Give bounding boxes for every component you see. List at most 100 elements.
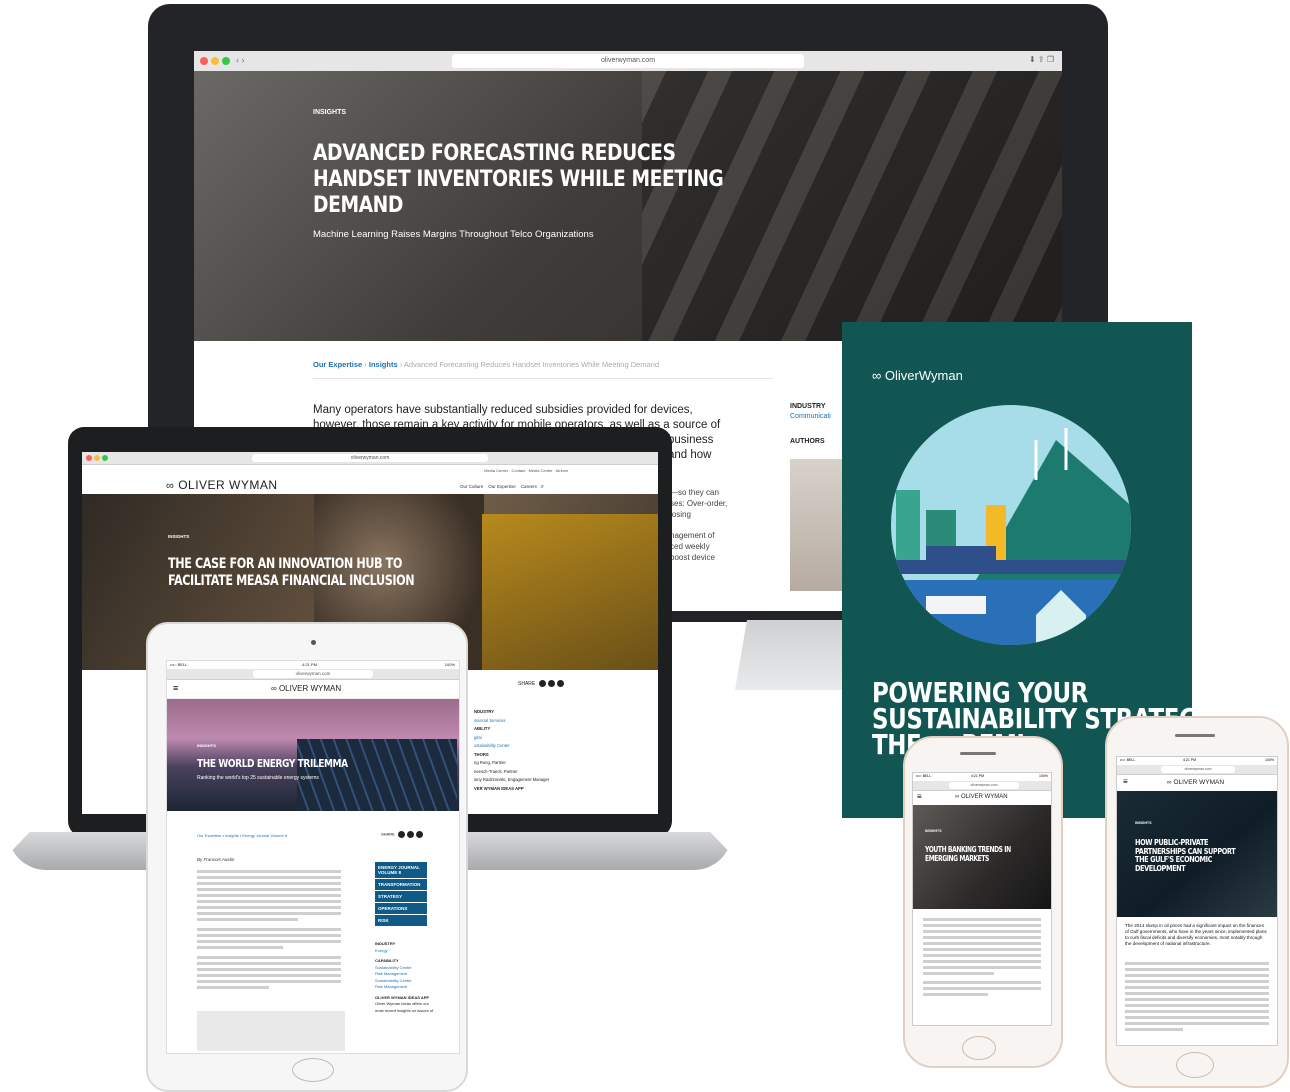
meta-link[interactable]: gital (474, 734, 549, 743)
authors-label: AUTHORS (790, 438, 825, 445)
laptop-browser-toolbar: oliverwyman.com (82, 452, 658, 465)
share-tabs-icon[interactable]: ⬇ ⇪ ❐ (1029, 55, 1054, 64)
ipad-home-button[interactable] (292, 1058, 334, 1082)
ipad-sidebar-menu: ENERGY JOURNAL VOLUME 8 TRANSFORMATION S… (375, 861, 427, 927)
linkedin-icon[interactable] (415, 831, 423, 838)
author-name[interactable]: iony Radzinovski, Engagement Manager (474, 776, 549, 785)
author-name[interactable]: neesch-Traeck, Partner (474, 768, 549, 777)
hamburger-menu-icon[interactable]: ≡ (173, 683, 178, 693)
desktop-hero: INSIGHTS ADVANCED FORECASTING REDUCES HA… (194, 71, 1062, 341)
search-icon[interactable]: ⌕ (541, 484, 544, 490)
phone-title: HOW PUBLIC-PRIVATE PARTNERSHIPS CAN SUPP… (1135, 838, 1236, 873)
phone-hero: INSIGHTS YOUTH BANKING TRENDS IN EMERGIN… (913, 805, 1051, 909)
minimize-window-icon[interactable] (211, 57, 219, 65)
phone-home-button[interactable] (1176, 1052, 1214, 1078)
phone-eyebrow: INSIGHTS (925, 829, 942, 833)
facebook-icon[interactable] (538, 680, 546, 687)
twitter-icon[interactable] (406, 831, 414, 838)
phone-address-bar[interactable]: oliverwyman.com (949, 782, 1019, 789)
ipad-subtitle: Ranking the world's top 25 sustainable e… (197, 775, 319, 781)
sidebar-item-strategy[interactable]: STRATEGY (375, 891, 427, 902)
sidebar-item-transformation[interactable]: TRANSFORMATION (375, 879, 427, 890)
author-photo (790, 459, 842, 591)
industry-link[interactable]: Communicati (790, 413, 831, 420)
ipad-share: SHARE (381, 831, 423, 838)
ipad-title: THE WORLD ENERGY TRILEMMA (197, 757, 348, 770)
ipad-logo[interactable]: ∞ OLIVER WYMAN (271, 684, 341, 693)
phone-left-screen: •••○ BELL 4:21 PM 100% oliverwyman.com ≡… (912, 772, 1052, 1026)
facebook-icon[interactable] (397, 831, 405, 838)
maximize-window-icon[interactable] (102, 455, 108, 461)
util-link[interactable]: Media Center (484, 468, 508, 473)
meta-label: VER WYMAN IDEAS APP (474, 785, 524, 791)
util-link[interactable]: Contact (511, 468, 525, 473)
breadcrumb-current: Advanced Forecasting Reduces Handset Inv… (403, 360, 660, 369)
phone-article-body (923, 915, 1041, 999)
laptop-logo[interactable]: ∞ OLIVER WYMAN (166, 478, 278, 492)
meta-label: THORS (474, 751, 489, 757)
phone-address-bar[interactable]: oliverwyman.com (1161, 766, 1235, 773)
minimize-window-icon[interactable] (94, 455, 100, 461)
sidebar-item-risk[interactable]: RISK (375, 915, 427, 926)
phone-right-screen: •••○ BELL 4:21 PM 100% oliverwyman.com ≡… (1116, 756, 1278, 1046)
twitter-icon[interactable] (547, 680, 555, 687)
laptop-share: SHARE (518, 680, 564, 687)
desktop-article-body-cont: business and how (668, 434, 714, 461)
phone-header: ≡ ∞ OLIVER WYMAN (913, 791, 1051, 805)
meta-link[interactable]: Risk Management (375, 984, 435, 991)
share-label: SHARE (518, 680, 536, 687)
laptop-main-nav: Our Culture Our Expertise Careers ⌕ (460, 484, 544, 491)
laptop-side-meta: NDUSTRY inancial Services ABILITY gital … (474, 708, 549, 793)
desktop-eyebrow: INSIGHTS (313, 109, 347, 116)
ipad-status-bar: •••○ BELL 4:21 PM 100% (170, 662, 455, 667)
close-window-icon[interactable] (200, 57, 208, 65)
phone-logo[interactable]: ∞ OLIVER WYMAN (1167, 779, 1224, 786)
meta-link[interactable]: Energy (375, 948, 435, 955)
phone-status-bar: •••○ BELL 4:21 PM 100% (916, 774, 1048, 778)
industry-label: INDUSTRY (790, 403, 826, 410)
laptop-logo-text: OLIVER WYMAN (178, 478, 278, 492)
breadcrumb-link[interactable]: Insights (225, 833, 239, 838)
divider (313, 378, 773, 379)
ipad-address-bar[interactable]: oliverwyman.com (253, 670, 373, 678)
nav-careers[interactable]: Careers (521, 484, 537, 489)
sidebar-item-operations[interactable]: OPERATIONS (375, 903, 427, 914)
laptop-title: THE CASE FOR AN INNOVATION HUB TO FACILI… (168, 556, 415, 589)
close-window-icon[interactable] (86, 455, 92, 461)
ipad-eyebrow: INSIGHTS (197, 743, 216, 748)
meta-link[interactable]: inancial Services (474, 717, 549, 726)
breadcrumb-link-insights[interactable]: Insights (369, 360, 398, 369)
desktop-sidebar: INDUSTRY Communicati AUTHORS (790, 403, 831, 445)
maximize-window-icon[interactable] (222, 57, 230, 65)
desktop-address-bar[interactable]: oliverwyman.com (452, 54, 804, 68)
meta-label: NDUSTRY (474, 709, 495, 714)
phone-logo[interactable]: ∞ OLIVER WYMAN (955, 794, 1008, 800)
desktop-article-body-small: —so they can ses: Over-order, losing nag… (670, 488, 728, 562)
linkedin-icon[interactable] (556, 680, 564, 687)
ipad-screen: •••○ BELL 4:21 PM 100% oliverwyman.com ≡… (166, 660, 460, 1054)
ipad-article-body (197, 867, 341, 992)
util-link[interactable]: Alumni (556, 468, 568, 473)
laptop-address-bar[interactable]: oliverwyman.com (252, 454, 488, 462)
nav-our-expertise[interactable]: Our Expertise (488, 484, 516, 489)
meta-link[interactable]: ustainability Center (474, 742, 549, 751)
nav-our-culture[interactable]: Our Culture (460, 484, 483, 489)
byline: By Francois Austin (197, 857, 235, 862)
breadcrumb-link[interactable]: Energy Journal Volume 8 (242, 833, 287, 838)
breadcrumb-link[interactable]: Our Expertise (197, 833, 221, 838)
phone-status-bar: •••○ BELL 4:21 PM 100% (1120, 758, 1274, 762)
desktop-subtitle: Machine Learning Raises Margins Througho… (313, 229, 594, 240)
back-forward-icon[interactable]: ‹ › (236, 55, 245, 65)
phone-speaker (960, 752, 996, 755)
phone-eyebrow: INSIGHTS (1135, 821, 1152, 825)
ipad-embedded-image (197, 1011, 345, 1051)
breadcrumb-link-expertise[interactable]: Our Expertise (313, 360, 362, 369)
hamburger-menu-icon[interactable]: ≡ (1123, 777, 1128, 786)
hamburger-menu-icon[interactable]: ≡ (917, 792, 922, 801)
phone-home-button[interactable] (962, 1036, 996, 1060)
sidebar-item-energy-journal[interactable]: ENERGY JOURNAL VOLUME 8 (375, 862, 427, 878)
util-link[interactable]: Media Center (529, 468, 553, 473)
phone-header: ≡ ∞ OLIVER WYMAN (1117, 775, 1277, 791)
author-name[interactable]: ng Rung, Partner (474, 759, 549, 768)
phone-hero: INSIGHTS HOW PUBLIC-PRIVATE PARTNERSHIPS… (1117, 791, 1277, 917)
